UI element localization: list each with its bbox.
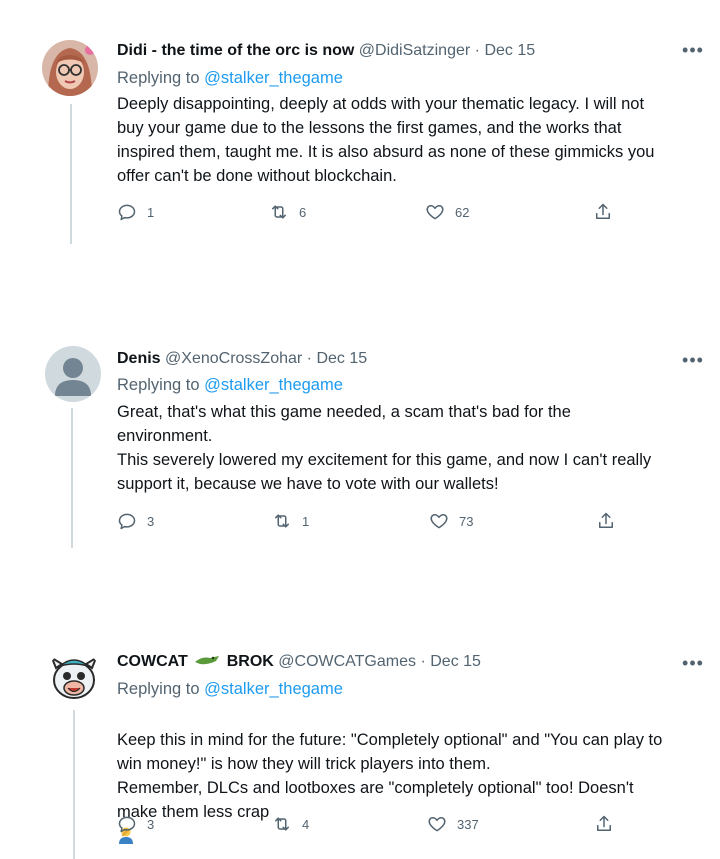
replying-to-label: Replying to [117,376,200,394]
reply-button[interactable]: 3 [117,509,154,533]
more-horizontal-icon[interactable]: ••• [678,351,708,375]
replying-to-label: Replying to [117,680,200,698]
handle[interactable]: @XenoCrossZohar [165,350,302,367]
tweet-actions: 3 1 73 [117,509,617,533]
display-name-part1[interactable]: COWCAT [117,653,188,670]
crocodile-emoji-icon [195,656,220,665]
heart-icon [428,817,446,832]
share-icon [597,815,611,831]
timestamp[interactable]: Dec 15 [484,42,535,59]
avatar[interactable] [42,40,98,96]
avatar[interactable] [46,650,102,706]
separator: · [306,350,312,367]
more-horizontal-icon[interactable]: ••• [678,41,708,65]
retweet-icon [275,514,289,528]
replying-to-label: Replying to [117,69,200,87]
share-button[interactable] [596,509,616,533]
like-button[interactable]: 62 [425,200,469,224]
mention-link[interactable]: @stalker_thegame [204,376,343,394]
timestamp[interactable]: Dec 15 [430,653,481,670]
avatar[interactable] [45,346,101,402]
replying-to: Replying to @stalker_thegame [117,373,343,397]
replying-to: Replying to @stalker_thegame [117,66,343,90]
retweet-button[interactable]: 6 [269,200,306,224]
retweet-count: 6 [299,204,307,220]
tweet[interactable]: Denis @XenoCrossZohar · Dec 15 ••• Reply… [0,300,720,600]
tweet-actions: 1 6 62 [117,200,617,224]
replying-to: Replying to @stalker_thegame [117,677,343,701]
display-name-part2[interactable]: BROK [227,653,274,670]
separator: · [420,653,426,670]
separator: · [474,42,480,59]
like-count: 62 [455,204,470,220]
tweet-header: COWCAT BROK @COWCATGames · Dec 15 [117,650,680,674]
share-icon [596,203,610,219]
like-button[interactable]: 73 [429,509,473,533]
tweet-header: Didi - the time of the orc is now @DidiS… [117,39,680,63]
heart-icon [426,205,444,220]
display-name[interactable]: Didi - the time of the orc is now [117,42,354,59]
like-count: 337 [457,816,479,832]
retweet-count: 4 [302,816,310,832]
tweet[interactable]: COWCAT BROK @COWCATGames · Dec 15 ••• Re… [0,600,720,859]
tweet-text: Great, that's what this game needed, a s… [117,403,652,493]
tweet-actions: 3 4 337 [117,812,617,836]
handle[interactable]: @COWCATGames [278,653,416,670]
like-count: 73 [459,513,474,529]
thread-line [71,408,73,548]
like-button[interactable]: 337 [427,812,479,836]
mention-link[interactable]: @stalker_thegame [204,69,343,87]
retweet-button[interactable]: 1 [272,509,309,533]
mention-link[interactable]: @stalker_thegame [204,680,343,698]
reply-icon [118,816,136,833]
reply-count: 3 [147,816,155,832]
retweet-icon [275,817,289,831]
share-button[interactable] [594,812,614,836]
retweet-count: 1 [302,513,310,529]
thread-line [73,710,75,859]
reply-count: 1 [147,204,155,220]
handle[interactable]: @DidiSatzinger [359,42,470,59]
tweet-text: Keep this in mind for the future: "Compl… [117,731,663,821]
share-icon [599,512,613,528]
heart-icon [430,514,448,529]
reply-icon [118,513,136,530]
reply-button[interactable]: 3 [117,812,154,836]
display-name[interactable]: Denis [117,350,161,367]
reply-count: 3 [147,513,155,529]
retweet-icon [272,205,286,219]
reply-button[interactable]: 1 [117,200,154,224]
reply-icon [118,204,136,221]
thread-line [70,104,72,244]
tweet-text: Deeply disappointing, deeply at odds wit… [117,95,655,185]
tweet[interactable]: Didi - the time of the orc is now @DidiS… [0,0,720,300]
timestamp[interactable]: Dec 15 [316,350,367,367]
retweet-button[interactable]: 4 [272,812,309,836]
share-button[interactable] [593,200,613,224]
more-horizontal-icon[interactable]: ••• [678,654,708,678]
tweet-header: Denis @XenoCrossZohar · Dec 15 [117,347,680,371]
